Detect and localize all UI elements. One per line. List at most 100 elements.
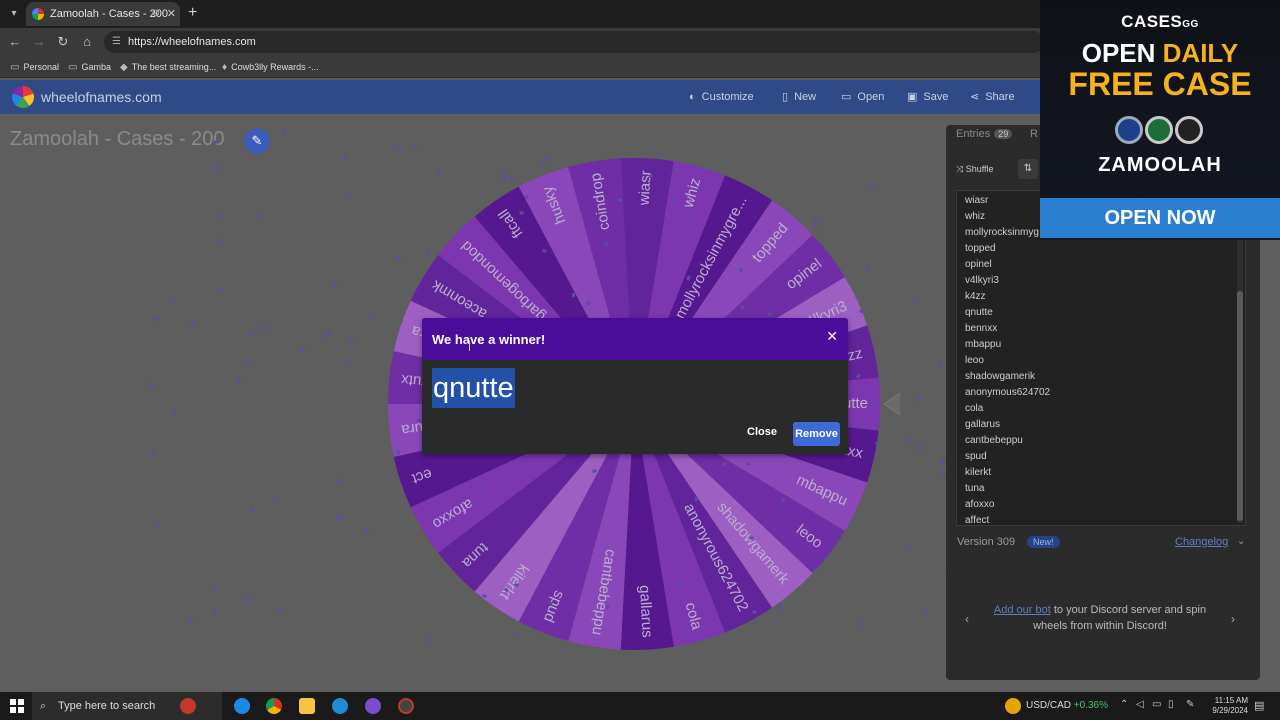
confetti-piece bbox=[172, 408, 177, 414]
discord-icon[interactable] bbox=[365, 698, 381, 714]
share-button[interactable]: ⋖ Share bbox=[970, 80, 1015, 114]
pen-icon[interactable]: ✎ bbox=[1186, 699, 1194, 710]
customize-button[interactable]: ◐ Customize bbox=[689, 80, 754, 114]
brand-name[interactable]: wheelofnames.com bbox=[41, 80, 162, 114]
confetti-piece bbox=[396, 256, 401, 260]
open-button[interactable]: ▭ Open bbox=[841, 80, 884, 114]
shuffle-button[interactable]: ⤨ Shuffle bbox=[956, 159, 994, 179]
edge-beta-icon[interactable] bbox=[332, 698, 348, 714]
close-icon[interactable]: ✕ bbox=[826, 328, 838, 345]
network-icon[interactable]: ▭ bbox=[1152, 699, 1161, 710]
confetti-piece bbox=[738, 267, 743, 273]
taskbar: ⌕ Type here to search USD/CAD +0.36% ⌃ ◁… bbox=[0, 692, 1280, 720]
bookmark-gamba[interactable]: ▭ Gamba bbox=[68, 56, 111, 78]
confetti-piece bbox=[908, 438, 913, 444]
dialog-header: We have a winner! ✕ bbox=[422, 318, 848, 360]
url-text: https://wheelofnames.com bbox=[128, 36, 256, 48]
home-icon[interactable]: ⌂ bbox=[78, 33, 96, 51]
tab-entries[interactable]: Entries 29 bbox=[956, 128, 1013, 140]
confetti-piece bbox=[413, 143, 418, 149]
mute-icon[interactable]: ⊘ bbox=[152, 2, 160, 26]
confetti-piece bbox=[482, 594, 487, 598]
entry-line: spud bbox=[965, 451, 987, 462]
wheel-logo-icon[interactable] bbox=[12, 86, 34, 108]
confetti-piece bbox=[778, 605, 783, 609]
winner-name[interactable]: qnutte bbox=[432, 368, 515, 408]
obs-icon[interactable] bbox=[398, 698, 414, 714]
shuffle-icon: ⤨ bbox=[956, 164, 966, 174]
confetti-piece bbox=[168, 297, 173, 303]
chevron-right-icon[interactable]: › bbox=[1231, 612, 1235, 626]
cases-gg-ad[interactable]: CASESGG OPEN DAILY FREE CASE ZAMOOLAH OP… bbox=[1040, 0, 1280, 240]
confetti-piece bbox=[248, 331, 253, 337]
remove-button[interactable]: Remove bbox=[793, 422, 840, 446]
forex-ticker[interactable]: USD/CAD +0.36% bbox=[1026, 700, 1108, 711]
confetti-piece bbox=[519, 211, 524, 215]
sort-button[interactable]: ⇅ bbox=[1018, 159, 1038, 179]
changelog-link[interactable]: Changelog bbox=[1175, 536, 1228, 548]
confetti-piece bbox=[923, 610, 928, 616]
chevron-down-icon[interactable]: ⌄ bbox=[1237, 536, 1245, 547]
bookmark-personal[interactable]: ▭ Personal bbox=[10, 56, 59, 78]
share-icon: ⋖ bbox=[970, 91, 980, 103]
confetti-piece bbox=[245, 359, 250, 365]
entry-line: v4lkyri3 bbox=[965, 275, 999, 286]
windows-start-icon[interactable] bbox=[10, 699, 24, 713]
back-icon[interactable]: ← bbox=[6, 33, 24, 51]
tab-close-icon[interactable]: ✕ bbox=[167, 2, 176, 26]
forward-icon[interactable]: → bbox=[30, 33, 48, 51]
add-bot-link[interactable]: Add our bot bbox=[994, 604, 1051, 616]
folder-icon: ▭ bbox=[10, 62, 20, 73]
tab-search-icon[interactable]: ▾ bbox=[6, 6, 22, 22]
system-clock[interactable]: 11:15 AM 9/29/2024 bbox=[1204, 696, 1248, 716]
ad-open-now-button[interactable]: OPEN NOW bbox=[1040, 198, 1280, 238]
scrollbar-thumb[interactable] bbox=[1237, 291, 1243, 521]
search-highlight-icon[interactable] bbox=[180, 698, 196, 714]
tab-results[interactable]: R bbox=[1030, 128, 1038, 140]
confetti-piece bbox=[151, 451, 156, 457]
watch-icon bbox=[1115, 116, 1143, 144]
winner-dialog: We have a winner! ✕ qnutte Close Remove bbox=[422, 318, 848, 454]
confetti-piece bbox=[501, 175, 506, 181]
chevron-left-icon[interactable]: ‹ bbox=[965, 612, 969, 626]
tray-chevron-icon[interactable]: ⌃ bbox=[1120, 699, 1128, 710]
close-button[interactable]: Close bbox=[747, 426, 777, 438]
new-button[interactable]: ▯ New bbox=[782, 80, 816, 114]
battery-icon[interactable]: ▯ bbox=[1168, 699, 1174, 710]
sort-icon: ⇅ bbox=[1023, 163, 1033, 174]
confetti-piece bbox=[155, 523, 160, 527]
discord-promo: Add our bot to your Discord server and s… bbox=[993, 604, 1207, 616]
confetti-piece bbox=[219, 288, 224, 292]
edge-icon[interactable] bbox=[234, 698, 250, 714]
save-button[interactable]: ▣ Save bbox=[907, 80, 948, 114]
notification-icon[interactable]: ▤ bbox=[1254, 699, 1264, 712]
entry-line: afoxxo bbox=[965, 499, 995, 510]
confetti-piece bbox=[918, 445, 923, 451]
confetti-piece bbox=[217, 238, 222, 244]
confetti-piece bbox=[189, 617, 194, 623]
reload-icon[interactable]: ↻ bbox=[54, 33, 72, 51]
confetti-piece bbox=[916, 396, 921, 402]
confetti-piece bbox=[392, 144, 397, 150]
file-explorer-icon[interactable] bbox=[299, 698, 315, 714]
site-info-icon[interactable]: ☰ bbox=[112, 31, 121, 53]
new-tab-icon[interactable]: + bbox=[188, 4, 197, 22]
folder-open-icon: ▭ bbox=[841, 91, 852, 103]
confetti-piece bbox=[282, 130, 287, 136]
edit-title-icon[interactable]: ✎ bbox=[244, 128, 270, 154]
bookmark-rewards[interactable]: ♦ Cowb3lly Rewards -... bbox=[222, 56, 319, 78]
entries-textarea[interactable]: wiasr whiz mollyrocksinmyg topped opinel v4lk… bbox=[956, 190, 1246, 526]
confetti-piece bbox=[349, 339, 354, 343]
volume-icon[interactable]: ◁ bbox=[1136, 699, 1144, 710]
bookmark-streaming[interactable]: ◆ The best streaming... bbox=[120, 56, 216, 78]
browser-tab[interactable]: Zamoolah - Cases - 200 ⊘ ✕ bbox=[26, 2, 180, 26]
confetti-piece bbox=[571, 292, 576, 298]
entry-line: whiz bbox=[965, 211, 986, 222]
confetti-piece bbox=[245, 596, 250, 602]
confetti-piece bbox=[940, 459, 945, 465]
wheel-title[interactable]: Zamoolah - Cases - 200 bbox=[10, 128, 225, 151]
chrome-icon[interactable] bbox=[266, 698, 282, 714]
folder-icon: ▭ bbox=[68, 62, 78, 73]
address-bar[interactable]: ☰ https://wheelofnames.com bbox=[104, 31, 1044, 53]
ad-headline-2: FREE CASE bbox=[1068, 66, 1252, 102]
